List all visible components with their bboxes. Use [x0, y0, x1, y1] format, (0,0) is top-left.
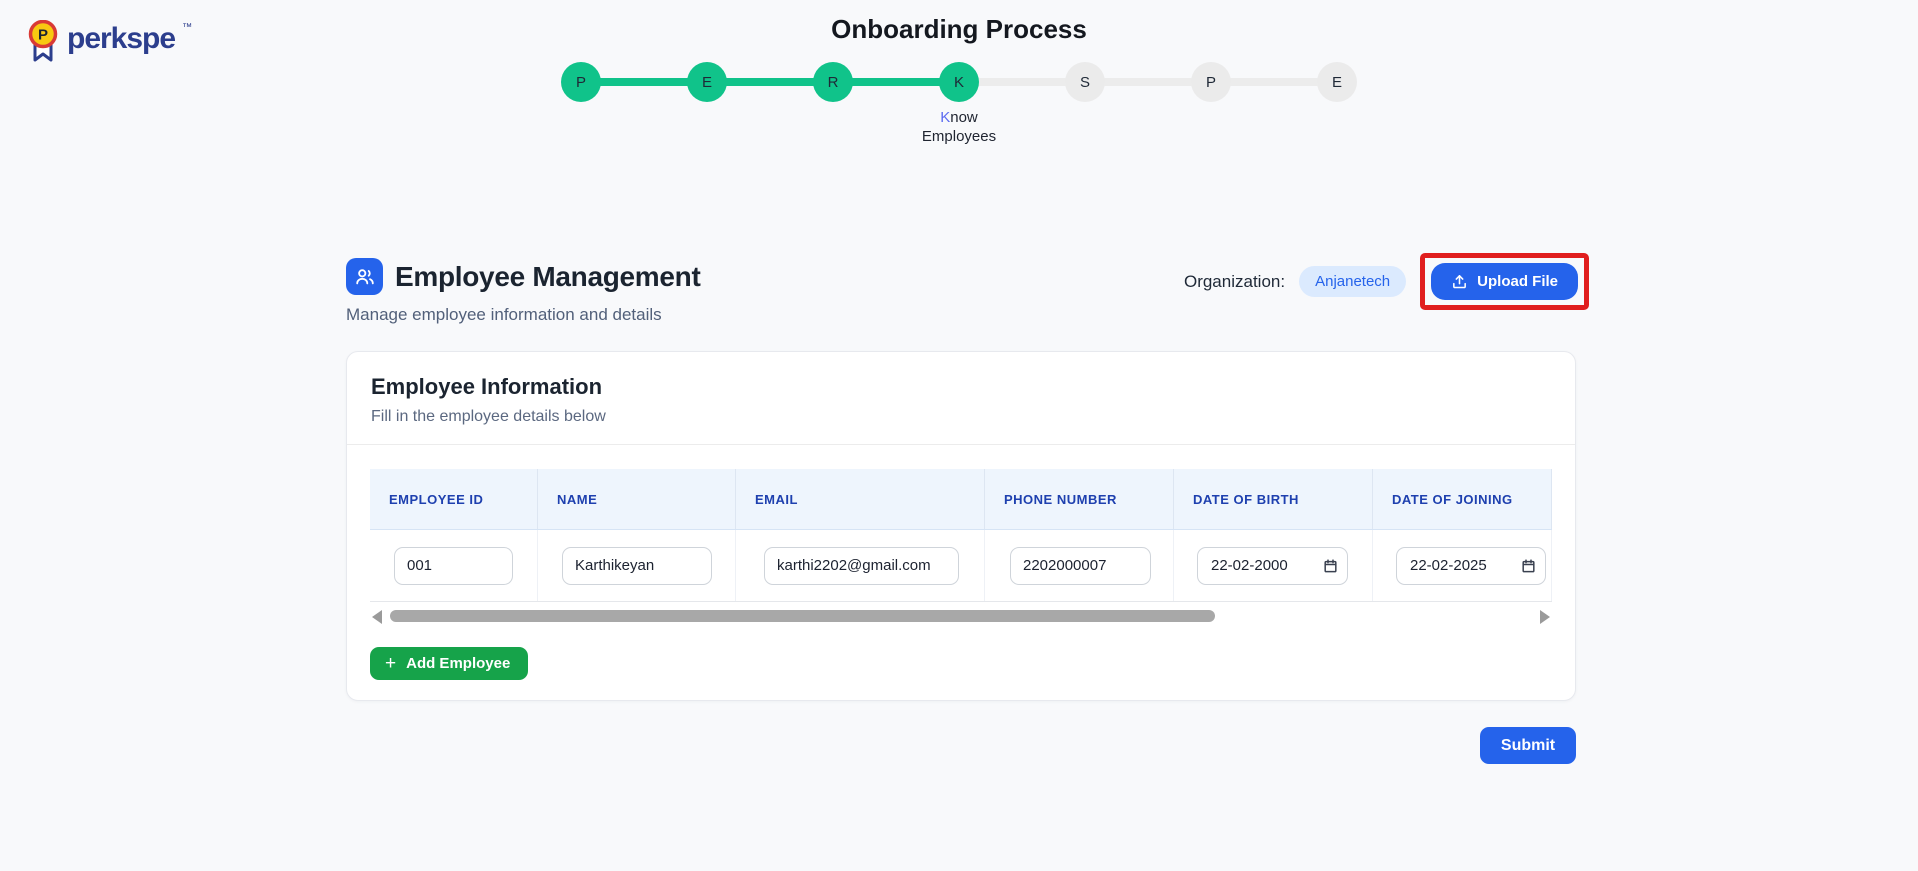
cell-dob: [1174, 530, 1373, 601]
email-input[interactable]: [764, 547, 959, 585]
card-header: Employee Information Fill in the employe…: [347, 352, 1575, 445]
col-header-doj: DATE OF JOINING: [1373, 469, 1552, 529]
col-header-name: NAME: [538, 469, 736, 529]
plus-icon: +: [385, 655, 396, 672]
onboarding-page: P perkspe ™ Onboarding Process P E R K K…: [0, 0, 1918, 871]
table-horizontal-scrollbar: [370, 609, 1552, 623]
step-letter: K: [954, 74, 964, 91]
step-payroll[interactable]: P: [561, 62, 601, 102]
onboarding-stepper: P E R K Know Employees S P E: [561, 62, 1357, 102]
step-letter: E: [1332, 74, 1342, 91]
calendar-icon[interactable]: [1323, 558, 1338, 573]
step-connector: [599, 78, 689, 86]
employee-table: EMPLOYEE ID NAME EMAIL PHONE NUMBER DATE…: [370, 469, 1552, 602]
step-letter: P: [1206, 74, 1216, 91]
step-letter: R: [828, 74, 839, 91]
step-label-rest: now: [950, 109, 978, 126]
submit-button[interactable]: Submit: [1480, 727, 1576, 764]
cell-phone: [985, 530, 1174, 601]
users-icon: [346, 258, 383, 295]
add-employee-button[interactable]: + Add Employee: [370, 647, 528, 680]
step-letter: S: [1080, 74, 1090, 91]
section-title: Employee Management: [395, 261, 701, 293]
scroll-left-arrow[interactable]: [372, 610, 382, 624]
page-title: Onboarding Process: [0, 14, 1918, 45]
upload-button-label: Upload File: [1477, 273, 1558, 290]
cell-employee-id: [370, 530, 538, 601]
step-letter: E: [702, 74, 712, 91]
employee-management-header: Employee Management Manage employee info…: [346, 258, 701, 325]
step-letter: P: [576, 74, 586, 91]
add-employee-label: Add Employee: [406, 655, 510, 672]
step-label-first-letter: K: [940, 109, 950, 126]
step-r[interactable]: R: [813, 62, 853, 102]
step-connector: [977, 78, 1067, 86]
doj-date-field: [1396, 547, 1546, 585]
name-input[interactable]: [562, 547, 712, 585]
step-connector: [1103, 78, 1193, 86]
step-connector: [851, 78, 941, 86]
step-e1[interactable]: E: [687, 62, 727, 102]
calendar-icon[interactable]: [1521, 558, 1536, 573]
phone-input[interactable]: [1010, 547, 1151, 585]
annotation-highlight-box: Upload File: [1420, 253, 1589, 310]
step-know-employees[interactable]: K Know Employees: [939, 62, 979, 102]
upload-icon: [1451, 273, 1468, 290]
table-header-row: EMPLOYEE ID NAME EMAIL PHONE NUMBER DATE…: [370, 469, 1552, 530]
step-connector: [725, 78, 815, 86]
section-subtitle: Manage employee information and details: [346, 305, 701, 325]
card-title: Employee Information: [371, 374, 1551, 400]
cell-doj: [1373, 530, 1552, 601]
step-p2[interactable]: P: [1191, 62, 1231, 102]
upload-file-button[interactable]: Upload File: [1431, 263, 1578, 300]
step-connector: [1229, 78, 1319, 86]
scroll-right-arrow[interactable]: [1540, 610, 1550, 624]
employee-information-card: Employee Information Fill in the employe…: [346, 351, 1576, 701]
step-label-line2: Employees: [922, 128, 996, 145]
dob-date-field: [1197, 547, 1348, 585]
col-header-email: EMAIL: [736, 469, 985, 529]
active-step-label: Know Employees: [889, 108, 1029, 146]
col-header-dob: DATE OF BIRTH: [1174, 469, 1373, 529]
header-right-group: Organization: Anjanetech Upload File: [1184, 253, 1589, 310]
card-subtitle: Fill in the employee details below: [371, 408, 1551, 426]
step-s[interactable]: S: [1065, 62, 1105, 102]
cell-email: [736, 530, 985, 601]
cell-name: [538, 530, 736, 601]
col-header-employee-id: EMPLOYEE ID: [370, 469, 538, 529]
scrollbar-thumb[interactable]: [390, 610, 1215, 622]
employee-id-input[interactable]: [394, 547, 513, 585]
organization-label: Organization:: [1184, 272, 1285, 292]
organization-badge: Anjanetech: [1299, 266, 1406, 297]
step-e2[interactable]: E: [1317, 62, 1357, 102]
col-header-phone: PHONE NUMBER: [985, 469, 1174, 529]
table-row: [370, 530, 1552, 602]
